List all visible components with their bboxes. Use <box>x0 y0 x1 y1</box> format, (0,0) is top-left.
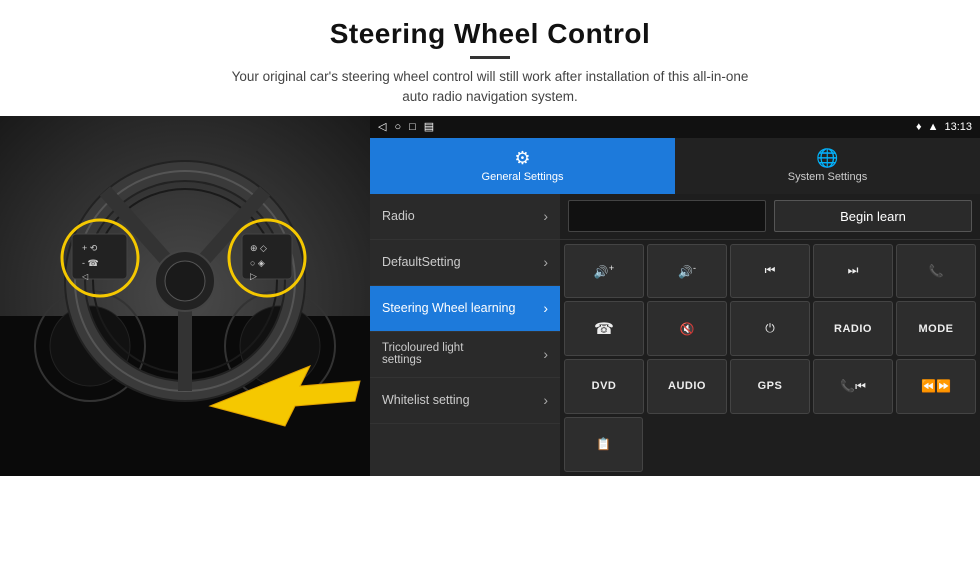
menu-item-radio[interactable]: Radio › <box>370 194 560 240</box>
radio-button[interactable]: RADIO <box>813 301 893 356</box>
clock: 13:13 <box>944 121 972 133</box>
svg-text:⊕ ◇: ⊕ ◇ <box>250 243 267 253</box>
power-icon: ⏻ <box>765 321 775 336</box>
controls-grid: 🔊+ 🔊- ⏮ ⏭ 📞 <box>560 240 980 476</box>
menu-radio-arrow: › <box>543 208 548 224</box>
menu-steering-arrow: › <box>543 300 548 316</box>
audio-button[interactable]: AUDIO <box>647 359 727 414</box>
mute-icon: 🔇 <box>680 322 695 336</box>
home-icon[interactable]: ○ <box>394 121 401 133</box>
next-track-button[interactable]: ⏭ <box>813 244 893 299</box>
ctrl-row-4: 📋 <box>564 417 976 472</box>
call-icon: ☎ <box>594 319 614 339</box>
system-icon: 🌐 <box>816 148 838 169</box>
subtitle: Your original car's steering wheel contr… <box>60 67 920 108</box>
header-section: Steering Wheel Control Your original car… <box>0 0 980 116</box>
list-icon: 📋 <box>596 437 611 451</box>
mode-button[interactable]: MODE <box>896 301 976 356</box>
menu-item-whitelist[interactable]: Whitelist setting › <box>370 378 560 424</box>
page-title: Steering Wheel Control <box>60 18 920 50</box>
phone-prev-icon: 📞⏮ <box>840 379 866 394</box>
dvd-label: DVD <box>592 380 617 392</box>
phone-answer-icon: 📞 <box>929 264 944 278</box>
call-button[interactable]: ☎ <box>564 301 644 356</box>
prev-track-button[interactable]: ⏮ <box>730 244 810 299</box>
menu-item-default[interactable]: DefaultSetting › <box>370 240 560 286</box>
main-content: Radio › DefaultSetting › Steering Wheel … <box>370 194 980 476</box>
top-row: Begin learn <box>560 194 980 240</box>
svg-text:▷: ▷ <box>250 271 257 281</box>
vol-down-button[interactable]: 🔊- <box>647 244 727 299</box>
status-bar: ◁ ○ □ ▤ ♦ ▲ 13:13 <box>370 116 980 138</box>
tab-bar: ⚙ General Settings 🌐 System Settings <box>370 138 980 194</box>
tab-system-settings[interactable]: 🌐 System Settings <box>675 138 980 194</box>
next-track-icon: ⏭ <box>848 263 859 278</box>
skip-icon: ⏪⏩ <box>921 379 951 393</box>
phone-prev-button[interactable]: 📞⏮ <box>813 359 893 414</box>
mode-label: MODE <box>919 323 954 335</box>
status-icons: ◁ ○ □ ▤ <box>378 120 434 133</box>
status-right: ♦ ▲ 13:13 <box>916 121 972 133</box>
menu-tricolour-arrow: › <box>543 346 548 362</box>
menu-icon[interactable]: ▤ <box>424 120 434 133</box>
ctrl-row-1: 🔊+ 🔊- ⏮ ⏭ 📞 <box>564 244 976 299</box>
gear-icon: ⚙ <box>514 148 530 169</box>
menu-steering-label: Steering Wheel learning <box>382 301 515 315</box>
skip-button[interactable]: ⏪⏩ <box>896 359 976 414</box>
title-divider <box>470 56 510 59</box>
menu-item-steering[interactable]: Steering Wheel learning › <box>370 286 560 332</box>
menu-whitelist-arrow: › <box>543 392 548 408</box>
radio-label: RADIO <box>834 323 872 335</box>
dvd-button[interactable]: DVD <box>564 359 644 414</box>
menu-default-arrow: › <box>543 254 548 270</box>
ctrl-row-3: DVD AUDIO GPS 📞⏮ <box>564 359 976 414</box>
vol-up-icon: 🔊+ <box>594 263 614 279</box>
location-icon: ♦ <box>916 121 922 133</box>
gps-label: GPS <box>758 380 783 392</box>
svg-text:+ ⟲: + ⟲ <box>82 243 98 253</box>
vol-up-button[interactable]: 🔊+ <box>564 244 644 299</box>
menu-default-label: DefaultSetting <box>382 255 461 269</box>
ctrl-row-2: ☎ 🔇 ⏻ RADIO MOD <box>564 301 976 356</box>
svg-text:○ ◈: ○ ◈ <box>250 258 265 268</box>
menu-radio-label: Radio <box>382 209 415 223</box>
power-button[interactable]: ⏻ <box>730 301 810 356</box>
mute-button[interactable]: 🔇 <box>647 301 727 356</box>
menu-tricolour-label: Tricoloured lightsettings <box>382 342 463 366</box>
android-ui: ◁ ○ □ ▤ ♦ ▲ 13:13 ⚙ General Settings <box>370 116 980 476</box>
car-image-section: ● + ⟲ - ☎ ◁ <box>0 116 370 476</box>
vol-down-icon: 🔊- <box>678 263 696 279</box>
prev-track-icon: ⏮ <box>765 263 776 278</box>
page-container: Steering Wheel Control Your original car… <box>0 0 980 564</box>
phone-answer-button[interactable]: 📞 <box>896 244 976 299</box>
menu-whitelist-label: Whitelist setting <box>382 393 470 407</box>
content-area: ● + ⟲ - ☎ ◁ <box>0 116 980 564</box>
svg-text:◁: ◁ <box>82 272 89 281</box>
audio-label: AUDIO <box>668 380 706 392</box>
svg-text:- ☎: - ☎ <box>82 258 99 268</box>
right-panel: Begin learn 🔊+ 🔊- <box>560 194 980 476</box>
wifi-icon: ▲ <box>928 121 939 133</box>
empty-display-box <box>568 200 766 232</box>
menu-item-tricolour[interactable]: Tricoloured lightsettings › <box>370 332 560 378</box>
back-icon[interactable]: ◁ <box>378 120 386 133</box>
list-button[interactable]: 📋 <box>564 417 643 472</box>
recents-icon[interactable]: □ <box>409 121 416 133</box>
menu-list: Radio › DefaultSetting › Steering Wheel … <box>370 194 560 476</box>
tab-general-label: General Settings <box>482 171 564 183</box>
tab-general-settings[interactable]: ⚙ General Settings <box>370 138 675 194</box>
begin-learn-button[interactable]: Begin learn <box>774 200 972 232</box>
tab-system-label: System Settings <box>788 171 867 183</box>
gps-button[interactable]: GPS <box>730 359 810 414</box>
